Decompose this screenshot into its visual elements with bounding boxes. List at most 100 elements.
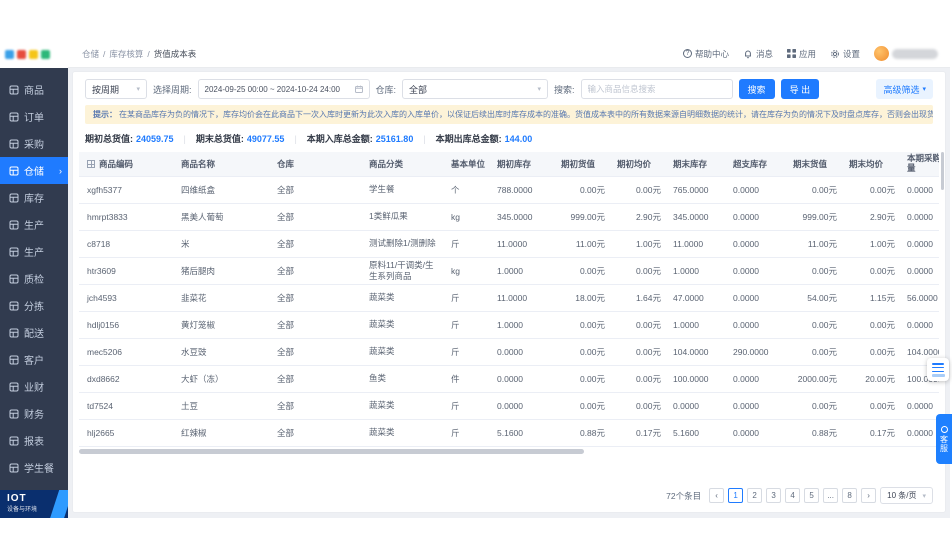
table-row[interactable]: c8718 米全部 测试删除1/测删除斤 11.0000 11.00元 1.00元 11.0…	[79, 230, 939, 258]
column-header-8[interactable]: 期初均价	[611, 152, 667, 177]
table-row[interactable]: dxd8662 大虾（冻） 全部 鱼类件 0.0000 0.00元 0.00元 100.000…	[79, 365, 939, 393]
table-row[interactable]: hdlj0156 黄灯笼椒 全部 蔬菜类斤 1.0000 0.00元 0.00元 1.0000…	[79, 311, 939, 339]
gear-icon	[831, 49, 839, 58]
help-float-widget[interactable]	[927, 358, 949, 381]
page-button-1[interactable]: 1	[728, 488, 744, 503]
date-range-picker[interactable]: 2024-09-25 00:00 ~ 2024-10-24 24:00	[197, 79, 370, 99]
column-settings-icon[interactable]	[87, 159, 95, 168]
warehouse-label: 仓库:	[375, 84, 397, 95]
column-header-6[interactable]: 期初库存	[491, 152, 555, 177]
table-cell: 0.0000	[727, 176, 787, 204]
horizontal-scrollbar[interactable]	[79, 448, 939, 457]
messages-button[interactable]: 消息	[743, 48, 773, 60]
table-cell: 0.0000	[491, 338, 555, 366]
student-meal-icon	[9, 463, 19, 473]
page-button-5[interactable]: 5	[804, 488, 820, 503]
table-cell: hmrpt3833	[79, 203, 175, 231]
table-cell: 0.0000	[901, 311, 939, 339]
next-page-button[interactable]: ›	[861, 488, 877, 503]
table-row[interactable]: hmrpt3833 黑美人葡萄 全部 1类鲜瓜果 kg 345.0000 999.00元 2.…	[79, 203, 939, 231]
column-header-5[interactable]: 基本单位	[445, 152, 491, 177]
customer-service-float-button[interactable]: 客服	[936, 414, 952, 464]
sidebar-item-inventory[interactable]: 库存 ›	[0, 184, 68, 211]
sidebar-item-business-finance[interactable]: 业财 ›	[0, 373, 68, 400]
user-menu[interactable]	[874, 46, 938, 61]
column-header-1[interactable]: 商品编码	[79, 152, 175, 177]
calendar-icon	[354, 85, 363, 93]
page-size-select[interactable]: 10 条/页 ▾	[880, 487, 933, 504]
column-header-7[interactable]: 期初货值	[555, 152, 611, 177]
sidebar-item-production2[interactable]: 生产 ›	[0, 238, 68, 265]
warehouse-value: 全部	[409, 84, 428, 95]
column-header-11[interactable]: 期末货值	[787, 152, 843, 177]
column-header-13[interactable]: 本期采购入量	[901, 152, 939, 177]
table-cell: 1.64元	[611, 284, 667, 312]
pagination: 72个条目 ‹ 1 2 3 4 5... 8 › 10 条/页 ▾	[73, 481, 945, 512]
table-row[interactable]: jch4593 韭菜花 全部 蔬菜类斤 11.0000 18.00元 1.64元 47.000…	[79, 284, 939, 312]
business-finance-icon	[9, 382, 19, 392]
table-cell: 全部	[271, 257, 363, 285]
horizontal-scrollbar-thumb[interactable]	[79, 448, 584, 454]
page-button-3[interactable]: 3	[766, 488, 782, 503]
advanced-filter-button[interactable]: 高级筛选 ▾	[876, 79, 933, 99]
column-header-4[interactable]: 商品分类	[363, 152, 445, 177]
table-cell: 788.0000	[491, 176, 555, 204]
warehouse-select[interactable]: 全部 ▾	[402, 79, 549, 99]
settings-label: 设置	[842, 48, 860, 59]
table-cell: 0.0000	[901, 230, 939, 258]
table-cell: 全部	[271, 311, 363, 339]
prev-page-button[interactable]: ‹	[709, 488, 725, 503]
table-row[interactable]: hlj2665 红辣椒 全部 蔬菜类斤 5.1600 0.88元 0.17元 5.1600 0.…	[79, 419, 939, 447]
table-cell: 原料11/干调类/生生系列商品	[363, 257, 445, 285]
vertical-scrollbar-thumb[interactable]	[941, 152, 944, 190]
sidebar-item-reports[interactable]: 报表 ›	[0, 427, 68, 454]
column-header-12[interactable]: 期末均价	[843, 152, 901, 177]
sidebar-item-customer[interactable]: 客户 ›	[0, 346, 68, 373]
help-center-button[interactable]: ? 帮助中心	[682, 48, 729, 60]
summary-label: 期末总货值:	[195, 134, 244, 144]
table-cell: 0.0000	[727, 365, 787, 393]
summary-value: 144.00	[504, 133, 533, 144]
sidebar-item-orders[interactable]: 订单 ›	[0, 103, 68, 130]
settings-button[interactable]: 设置	[830, 48, 860, 60]
table-cell: 345.0000	[491, 203, 555, 231]
chevron-down-icon: ▾	[537, 86, 542, 93]
search-input[interactable]	[580, 79, 733, 99]
production2-icon	[9, 247, 19, 257]
search-button[interactable]: 搜索	[738, 79, 775, 99]
table-row[interactable]: td7524 土豆 全部 蔬菜类斤 0.0000 0.00元 0.00元 0.0000 0.00…	[79, 392, 939, 420]
page-button-4[interactable]: 4	[785, 488, 801, 503]
app-logo[interactable]	[0, 40, 68, 68]
table-cell: 2000.00元	[787, 365, 843, 393]
table-cell: 0.0000	[901, 257, 939, 285]
page-button-8[interactable]: 8	[842, 488, 858, 503]
table-row[interactable]: htr3609 猪后腿肉 全部 原料11/干调类/生生系列商品 kg 1.0000 0.00…	[79, 257, 939, 285]
column-header-10[interactable]: 超支库存	[727, 152, 787, 177]
sidebar-item-warehouse[interactable]: 仓储 ›	[0, 157, 68, 184]
export-button[interactable]: 导 出	[780, 79, 820, 99]
sidebar-item-finance[interactable]: 财务 ›	[0, 400, 68, 427]
breadcrumb-item-warehouse[interactable]: 仓储	[82, 48, 99, 60]
sidebar-item-production[interactable]: 生产 ›	[0, 211, 68, 238]
table-row[interactable]: mec5206 水豆豉 全部 蔬菜类斤 0.0000 0.00元 0.00元 104.0000…	[79, 338, 939, 366]
sidebar-item-sorting[interactable]: 分拣 ›	[0, 292, 68, 319]
column-header-3[interactable]: 仓库	[271, 152, 363, 177]
table-cell: kg	[445, 257, 491, 285]
column-header-9[interactable]: 期末库存	[667, 152, 727, 177]
sidebar-item-quality-check[interactable]: 质检 ›	[0, 265, 68, 292]
sidebar-item-purchase[interactable]: 采购 ›	[0, 130, 68, 157]
breadcrumb-item-inventory-accounting[interactable]: 库存核算	[109, 48, 143, 60]
period-type-select[interactable]: 按周期 ▾	[85, 79, 147, 99]
column-header-2[interactable]: 商品名称	[175, 152, 271, 177]
sidebar-item-delivery[interactable]: 配送 ›	[0, 319, 68, 346]
page-button-2[interactable]: 2	[747, 488, 763, 503]
table-row[interactable]: xgfh5377 四维纸盒 全部 学生餐个 788.0000 0.00元 0.00元 765.…	[79, 176, 939, 204]
user-name-redacted	[892, 48, 938, 59]
sidebar-item-goods[interactable]: 商品 ›	[0, 76, 68, 103]
apps-label: 应用	[798, 48, 816, 59]
page-ellipsis[interactable]: ...	[823, 488, 839, 503]
table-cell: 斤	[445, 230, 491, 258]
sidebar-item-student-meal[interactable]: 学生餐 ›	[0, 454, 68, 481]
table-container: 商品编码 商品名称 仓库 商品分类 基本单位 期初库存 期初货值 期初均价 期末库存 超支库存 期末…	[79, 152, 939, 447]
apps-button[interactable]: 应用	[786, 48, 816, 60]
